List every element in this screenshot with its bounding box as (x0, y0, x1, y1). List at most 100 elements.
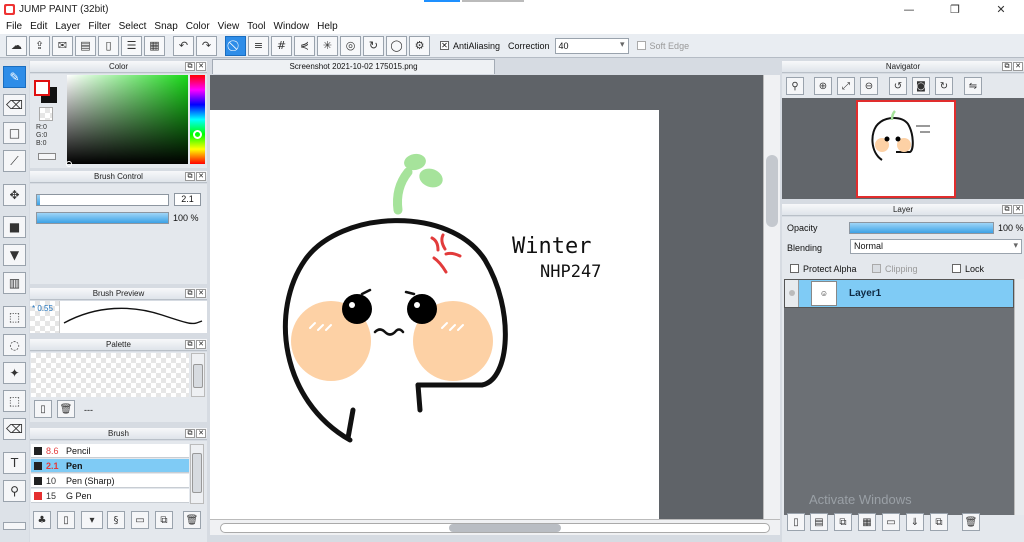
snap-ellipse-icon[interactable]: ◯ (386, 35, 407, 56)
menu-color[interactable]: Color (186, 21, 210, 32)
panel-float-icon[interactable]: ⧉ (1002, 62, 1012, 71)
snap-radial-icon[interactable]: ✳ (317, 35, 338, 56)
navigator-thumbnail[interactable] (856, 100, 956, 198)
vertical-scrollbar[interactable] (763, 75, 780, 519)
lock-checkbox[interactable] (952, 264, 961, 273)
brush-size-value[interactable]: 2.1 (174, 193, 201, 206)
layer-list-scrollbar[interactable] (1014, 279, 1024, 515)
layer-mask-icon[interactable]: ▦ (858, 513, 876, 531)
panel-float-icon[interactable]: ⧉ (185, 429, 195, 438)
new-layer-icon[interactable]: ▯ (787, 513, 805, 531)
settings-gear-icon[interactable]: ⚙ (409, 35, 430, 56)
brush-item-pen-sharp[interactable]: 10 Pen (Sharp) (31, 474, 189, 488)
layer-folder-icon[interactable]: ▭ (882, 513, 900, 531)
menu-edit[interactable]: Edit (30, 21, 47, 32)
soft-edge-checkbox[interactable] (636, 41, 646, 50)
list-icon[interactable]: ☰ (121, 35, 142, 56)
line-tool-icon[interactable]: ⟋ (3, 150, 26, 172)
vertical-scroll-thumb[interactable] (766, 155, 778, 227)
menu-window[interactable]: Window (274, 21, 310, 32)
snap-curve-icon[interactable]: ↻ (363, 35, 384, 56)
delete-layer-icon[interactable]: 🗑 (962, 513, 980, 531)
panel-close-icon[interactable]: ✕ (1013, 205, 1023, 214)
select-eraser-icon[interactable]: ⌫ (3, 418, 26, 440)
brush-size-slider[interactable] (36, 194, 169, 206)
palette-swatches[interactable] (31, 353, 189, 397)
rectangle-tool-icon[interactable]: □ (3, 122, 26, 144)
menu-tool[interactable]: Tool (247, 21, 265, 32)
magic-wand-icon[interactable]: ✦ (3, 362, 26, 384)
brush-item-g-pen[interactable]: 15 G Pen (31, 489, 189, 503)
upload-icon[interactable]: ⇪ (29, 35, 50, 56)
delete-palette-icon[interactable]: 🗑 (57, 400, 75, 418)
transparent-color-swatch[interactable] (39, 107, 53, 121)
horizontal-scrollbar[interactable] (210, 519, 780, 535)
panel-close-icon[interactable]: ✕ (196, 289, 206, 298)
eyedropper-tool-icon[interactable]: ⚲ (3, 480, 26, 502)
clipping-checkbox[interactable] (872, 264, 881, 273)
text-tool-icon[interactable]: T (3, 452, 26, 474)
saturation-value-picker[interactable] (66, 75, 188, 167)
fit-screen-icon[interactable]: ⤢ (837, 77, 855, 95)
correction-select[interactable]: 40 (554, 37, 629, 54)
palette-scroll-thumb[interactable] (193, 364, 203, 388)
rotate-right-icon[interactable]: ↻ (935, 77, 953, 95)
layer-row[interactable]: ☺ Layer1 (784, 279, 1014, 308)
brush-list-scroll-thumb[interactable] (192, 453, 202, 493)
layer-opacity-slider[interactable] (849, 222, 994, 234)
menu-snap[interactable]: Snap (154, 21, 177, 32)
brush-menu-icon[interactable]: ▾ (81, 511, 103, 529)
zoom-out-icon[interactable]: ⊖ (860, 77, 878, 95)
layer-visibility-toggle[interactable] (785, 280, 799, 307)
layer-copy-icon[interactable]: ⧉ (930, 513, 948, 531)
brush-item-pen[interactable]: 2.1 Pen (31, 459, 189, 473)
panel-close-icon[interactable]: ✕ (1013, 62, 1023, 71)
document-icon[interactable]: ▯ (98, 35, 119, 56)
panel-float-icon[interactable]: ⧉ (185, 289, 195, 298)
move-tool-icon[interactable]: ✥ (3, 184, 26, 206)
snap-parallel-icon[interactable]: ≡ (248, 35, 269, 56)
brush-item-pencil[interactable]: 8.6 Pencil (31, 444, 189, 458)
menu-help[interactable]: Help (317, 21, 338, 32)
brush-list-scrollbar[interactable] (190, 444, 204, 504)
panel-float-icon[interactable]: ⧉ (1002, 205, 1012, 214)
snap-perspective-icon[interactable]: ⋞ (294, 35, 315, 56)
protect-alpha-checkbox[interactable] (790, 264, 799, 273)
brush-opacity-slider[interactable] (36, 212, 169, 224)
cloud-icon[interactable]: ☁ (6, 35, 27, 56)
document-tab[interactable]: Screenshot 2021-10-02 175015.png (212, 59, 495, 74)
panel-close-icon[interactable]: ✕ (196, 62, 206, 71)
blending-mode-select[interactable]: Normal ▾ (850, 239, 1022, 254)
brush-settings-icon[interactable]: § (107, 511, 125, 529)
panel-float-icon[interactable]: ⧉ (185, 172, 195, 181)
panel-close-icon[interactable]: ✕ (196, 429, 206, 438)
lasso-tool-icon[interactable]: ◌ (3, 334, 26, 356)
new-layer-set-icon[interactable]: ▤ (810, 513, 828, 531)
zoom-in-icon[interactable]: ⊕ (814, 77, 832, 95)
fill-rect-tool-icon[interactable]: ■ (3, 216, 26, 238)
hue-slider[interactable] (190, 75, 205, 164)
brush-tool-icon[interactable]: ✎ (3, 66, 26, 88)
antialiasing-checkbox[interactable]: ✕ (440, 41, 449, 50)
flip-horizontal-icon[interactable]: ⇋ (964, 77, 982, 95)
comment-icon[interactable]: ✉ (52, 35, 73, 56)
foreground-color-swatch[interactable] (34, 80, 50, 96)
brush-tree-icon[interactable]: ♣ (33, 511, 51, 529)
rotate-left-icon[interactable]: ↺ (889, 77, 907, 95)
redo-icon[interactable]: ↷ (196, 35, 217, 56)
undo-icon[interactable]: ↶ (173, 35, 194, 56)
brush-copy-icon[interactable]: ⧉ (155, 511, 173, 529)
horizontal-scroll-thumb[interactable] (449, 524, 561, 532)
panel-close-icon[interactable]: ✕ (196, 172, 206, 181)
menu-layer[interactable]: Layer (55, 21, 80, 32)
snap-off-icon[interactable]: ⃠ (225, 35, 246, 56)
drawing-canvas[interactable]: Winter NHP247 (210, 110, 659, 519)
bucket-tool-icon[interactable]: ▼ (3, 244, 26, 266)
tool-collapse-handle[interactable] (3, 522, 26, 530)
canvas-viewport[interactable]: Winter NHP247 (210, 75, 763, 519)
select-pen-icon[interactable]: ⬚ (3, 390, 26, 412)
select-rect-tool-icon[interactable]: ⬚ (3, 306, 26, 328)
new-palette-icon[interactable]: ▯ (34, 400, 52, 418)
menu-file[interactable]: File (6, 21, 22, 32)
color-mode-button[interactable] (38, 153, 56, 160)
